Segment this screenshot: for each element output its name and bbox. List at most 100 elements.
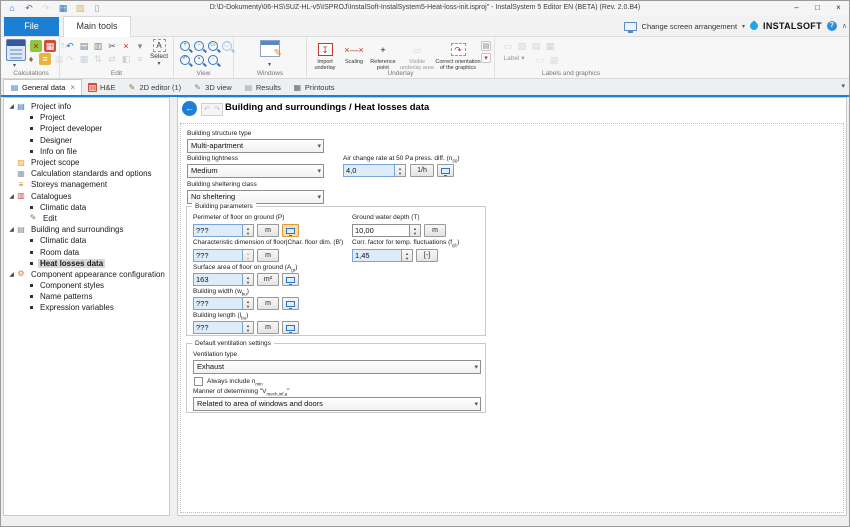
- tree-expander-icon[interactable]: ◢: [7, 271, 16, 278]
- building-tightness-select[interactable]: Medium: [187, 164, 324, 178]
- close-tab-icon[interactable]: ×: [70, 83, 75, 92]
- tree-item-designer[interactable]: Designer: [4, 135, 169, 146]
- calculate-icon[interactable]: ×: [30, 40, 42, 52]
- surface-area-unit-button[interactable]: m²: [257, 273, 279, 286]
- help-icon[interactable]: ?: [827, 21, 837, 31]
- tab-printouts[interactable]: ▦Printouts: [287, 79, 341, 95]
- zoom-previous-icon[interactable]: ↶: [180, 55, 190, 65]
- tree-item-climatic-data[interactable]: Climatic data: [4, 235, 169, 246]
- air-change-rate-input[interactable]: [343, 164, 395, 177]
- new-file-icon[interactable]: ▯: [91, 2, 103, 14]
- chevron-down-icon[interactable]: ▾: [13, 63, 16, 69]
- tree-item-room-data[interactable]: Room data: [4, 246, 169, 257]
- paste-icon[interactable]: ▥: [92, 40, 104, 52]
- underlay-options-icon[interactable]: ▾: [481, 53, 491, 63]
- undo-icon[interactable]: ↶: [64, 40, 76, 52]
- tree-item-expression-variables[interactable]: Expression variables: [4, 302, 169, 313]
- tab-2d-editor-1[interactable]: ✎2D editor (1): [121, 79, 187, 95]
- tree-item-building-and-surroundings[interactable]: ◢▤Building and surroundings: [4, 224, 169, 235]
- building-sheltering-class-select[interactable]: No sheltering: [187, 190, 324, 204]
- tree-item-edit[interactable]: ✎Edit: [4, 213, 169, 224]
- building-structure-type-select[interactable]: Multi-apartment: [187, 139, 324, 153]
- back-button[interactable]: ←: [182, 101, 197, 116]
- change-screen-arrangement-button[interactable]: Change screen arrangement: [642, 22, 737, 31]
- tree-item-component-appearance-configuration[interactable]: ◢⚙Component appearance configuration: [4, 269, 169, 280]
- tree-item-project[interactable]: Project: [4, 112, 169, 123]
- tree-item-project-developer[interactable]: Project developer: [4, 123, 169, 134]
- nav-next-icon[interactable]: ↷: [212, 104, 222, 115]
- delete-icon[interactable]: ×: [120, 40, 132, 52]
- tree-expander-icon[interactable]: ◢: [7, 226, 16, 233]
- tree-item-info-on-file[interactable]: Info on file: [4, 146, 169, 157]
- perimeter-default-button[interactable]: [282, 224, 299, 237]
- building-length-spinner[interactable]: ▴▾: [243, 321, 254, 334]
- ground-water-depth-unit-button[interactable]: m: [424, 224, 446, 237]
- tab-h-e[interactable]: ▥H&E: [82, 79, 121, 95]
- tree-item-name-patterns[interactable]: Name patterns: [4, 291, 169, 302]
- tree-item-project-info[interactable]: ◢▤Project info: [4, 101, 169, 112]
- air-change-rate-default-button[interactable]: [437, 164, 454, 177]
- air-change-rate-spinner[interactable]: ▴▾: [395, 164, 406, 177]
- nav-prev-icon[interactable]: ↶: [202, 104, 212, 115]
- zoom-selection-icon[interactable]: ▪: [194, 55, 204, 65]
- minimize-button[interactable]: –: [786, 1, 807, 15]
- calculate-heat-icon[interactable]: ▦: [44, 40, 56, 52]
- always-include-nmin-checkbox[interactable]: [194, 377, 203, 386]
- zoom-scale-icon[interactable]: ◦: [208, 55, 218, 65]
- file-menu-button[interactable]: File: [4, 17, 59, 36]
- building-width-unit-button[interactable]: m: [257, 297, 279, 310]
- corr-factor-input[interactable]: [352, 249, 402, 262]
- tree-item-climatic-data[interactable]: Climatic data: [4, 202, 169, 213]
- building-width-input[interactable]: [193, 297, 243, 310]
- perimeter-input[interactable]: [193, 224, 243, 237]
- air-change-rate-unit-button[interactable]: 1/h: [410, 164, 434, 177]
- results-list-icon[interactable]: ≡: [39, 53, 51, 65]
- maximize-button[interactable]: □: [807, 1, 828, 15]
- tab-results[interactable]: ▤Results: [238, 79, 287, 95]
- corr-factor-unit-button[interactable]: [-]: [416, 249, 438, 262]
- edit-more-icon[interactable]: ▾: [134, 40, 146, 52]
- zoom-out-icon[interactable]: −: [194, 41, 204, 51]
- zoom-extents-icon[interactable]: ▭: [208, 41, 218, 51]
- open-folder-icon[interactable]: ▨: [74, 2, 86, 14]
- building-length-unit-button[interactable]: m: [257, 321, 279, 334]
- tree-item-storeys-management[interactable]: ≡Storeys management: [4, 179, 169, 190]
- building-width-spinner[interactable]: ▴▾: [243, 297, 254, 310]
- tree-item-catalogues[interactable]: ◢▥Catalogues: [4, 191, 169, 202]
- building-length-input[interactable]: [193, 321, 243, 334]
- close-button[interactable]: ×: [828, 1, 849, 15]
- corr-factor-spinner[interactable]: ▴▾: [402, 249, 413, 262]
- building-width-default-button[interactable]: [282, 297, 299, 310]
- tree-item-calculation-standards-and-options[interactable]: ▦Calculation standards and options: [4, 168, 169, 179]
- calculator-icon[interactable]: [6, 39, 26, 61]
- underlay-list-icon[interactable]: ▤: [481, 41, 491, 51]
- char-dimension-input[interactable]: [193, 249, 243, 262]
- tab-overflow-icon[interactable]: ▾: [841, 82, 845, 90]
- manner-of-determining-select[interactable]: Related to area of windows and doors: [193, 397, 481, 411]
- tree-item-component-styles[interactable]: Component styles: [4, 280, 169, 291]
- tree-expander-icon[interactable]: ◢: [7, 103, 16, 110]
- stamp-icon[interactable]: ♦: [25, 53, 37, 65]
- chevron-down-icon[interactable]: ▾: [268, 62, 271, 68]
- tab-general-data[interactable]: ▤General data×: [3, 79, 82, 95]
- building-length-default-button[interactable]: [282, 321, 299, 334]
- tab-main-tools[interactable]: Main tools: [63, 16, 131, 37]
- collapse-ribbon-icon[interactable]: ∧: [842, 22, 847, 30]
- tree-item-heat-losses-data[interactable]: Heat losses data: [4, 258, 169, 269]
- edit-windows-icon[interactable]: ✎: [260, 40, 280, 57]
- home-icon[interactable]: ⌂: [6, 2, 18, 14]
- surface-area-default-button[interactable]: [282, 273, 299, 286]
- surface-area-spinner[interactable]: ▴▾: [243, 273, 254, 286]
- tab-3d-view[interactable]: ✎3D view: [187, 79, 238, 95]
- zoom-in-icon[interactable]: +: [180, 41, 190, 51]
- chevron-down-icon[interactable]: ▾: [742, 23, 745, 30]
- copy-icon[interactable]: ▤: [78, 40, 90, 52]
- surface-area-input[interactable]: [193, 273, 243, 286]
- char-dimension-unit-button[interactable]: m: [257, 249, 279, 262]
- select-button[interactable]: A Select ▾: [146, 37, 172, 67]
- cut-icon[interactable]: ✂: [106, 40, 118, 52]
- ground-water-depth-input[interactable]: [352, 224, 410, 237]
- save-icon[interactable]: ▦: [57, 2, 69, 14]
- ventilation-type-select[interactable]: Exhaust: [193, 360, 481, 374]
- tree-expander-icon[interactable]: ◢: [7, 193, 16, 200]
